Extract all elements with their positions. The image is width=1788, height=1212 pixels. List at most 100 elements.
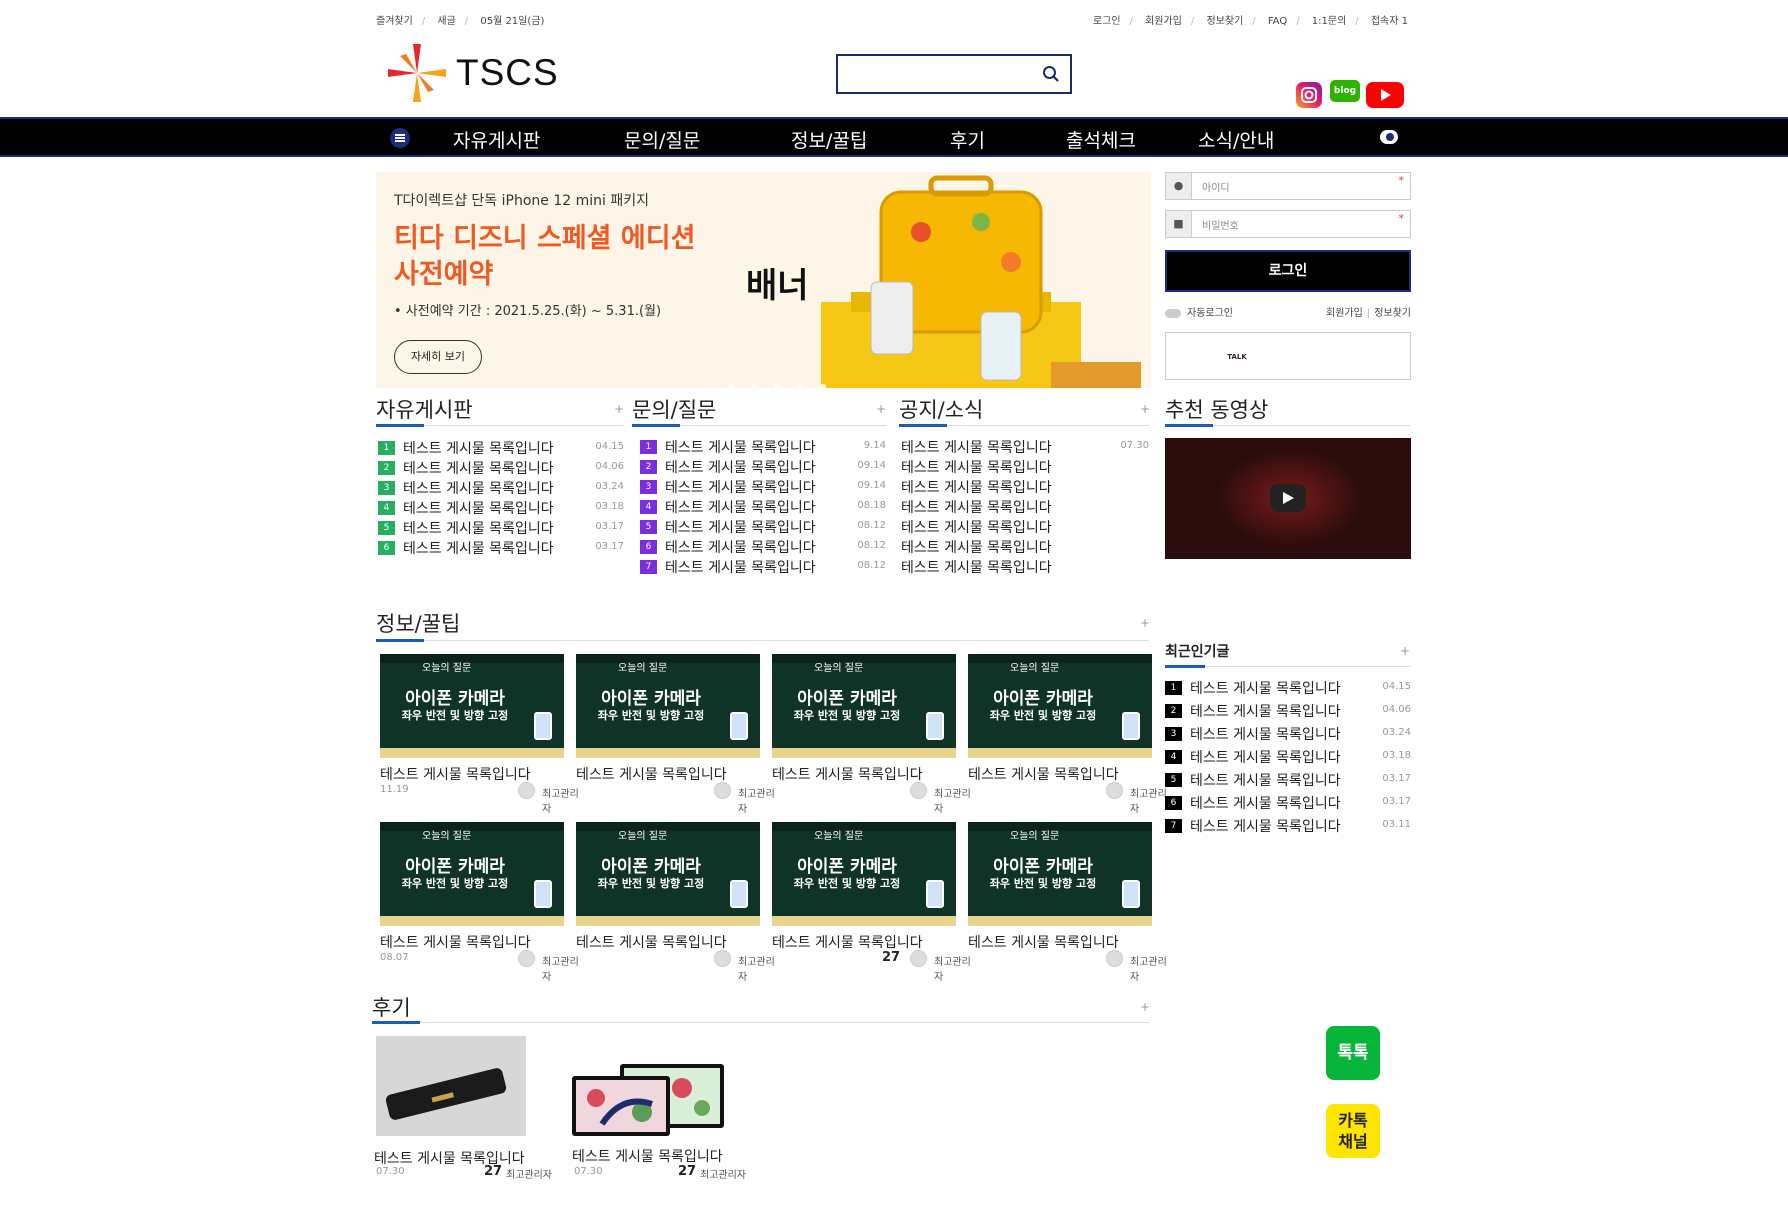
nav-item-reviews[interactable]: 후기 <box>950 126 985 153</box>
tip-title[interactable]: 테스트 게시물 목록입니다 <box>576 932 727 952</box>
post-title[interactable]: 테스트 게시물 목록입니다 <box>1190 704 1341 720</box>
tip-card[interactable]: 오늘의 질문 아이폰 카메라 좌우 반전 및 방향 고정 테스트 게시물 목록입니다 최… <box>576 822 775 983</box>
post-title[interactable]: 테스트 게시물 목록입니다 <box>665 540 816 556</box>
list-item[interactable]: 1 테스트 게시물 목록입니다 04.15 <box>378 438 624 458</box>
list-item[interactable]: 2 테스트 게시물 목록입니다 09.14 <box>640 457 886 477</box>
new-posts-link[interactable]: 새글 <box>437 16 455 27</box>
youtube-icon[interactable] <box>1366 82 1404 108</box>
post-title[interactable]: 테스트 게시물 목록입니다 <box>1190 773 1341 789</box>
find-info-link[interactable]: 정보찾기 <box>1374 308 1411 319</box>
reviews-more-icon[interactable]: + <box>1140 1000 1150 1014</box>
auto-login-toggle[interactable]: 자동로그인 <box>1165 304 1233 319</box>
list-item[interactable]: 5 테스트 게시물 목록입니다 03.17 <box>1165 770 1411 793</box>
post-title[interactable]: 테스트 게시물 목록입니다 <box>1190 750 1341 766</box>
post-title[interactable]: 테스트 게시물 목록입니다 <box>403 541 554 557</box>
pinterest-icon[interactable]: P <box>1361 345 1385 369</box>
notice-more-icon[interactable]: + <box>1140 402 1150 416</box>
tip-card[interactable]: 오늘의 질문 아이폰 카메라 좌우 반전 및 방향 고정 테스트 게시물 목록입니다 0… <box>380 822 579 983</box>
video-player[interactable] <box>1165 438 1411 559</box>
list-item[interactable]: 테스트 게시물 목록입니다 07.30 <box>901 437 1149 457</box>
list-item[interactable]: 3 테스트 게시물 목록입니다 09.14 <box>640 477 886 497</box>
reviews-title[interactable]: 후기 <box>372 992 411 1022</box>
list-item[interactable]: 3 테스트 게시물 목록입니다 03.24 <box>378 478 624 498</box>
nav-item-tips[interactable]: 정보/꿀팁 <box>791 126 867 153</box>
post-title[interactable]: 테스트 게시물 목록입니다 <box>1190 819 1341 835</box>
id-field[interactable]: ● 아이디 * <box>1165 172 1411 200</box>
post-title[interactable]: 테스트 게시물 목록입니다 <box>901 500 1052 516</box>
post-title[interactable]: 테스트 게시물 목록입니다 <box>665 460 816 476</box>
post-title[interactable]: 테스트 게시물 목록입니다 <box>901 540 1052 556</box>
tips-title[interactable]: 정보/꿀팁 <box>376 608 460 638</box>
tip-card[interactable]: 오늘의 질문 아이폰 카메라 좌우 반전 및 방향 고정 테스트 게시물 목록입니다 최… <box>968 654 1167 815</box>
play-icon[interactable] <box>1270 484 1306 512</box>
kakao-icon[interactable]: TALK <box>1225 345 1249 369</box>
post-title[interactable]: 테스트 게시물 목록입니다 <box>1190 796 1341 812</box>
list-item[interactable]: 테스트 게시물 목록입니다 <box>901 457 1149 477</box>
site-logo[interactable]: TSCS <box>386 42 558 104</box>
post-title[interactable]: 테스트 게시물 목록입니다 <box>665 520 816 536</box>
list-item[interactable]: 5 테스트 게시물 목록입니다 08.12 <box>640 517 886 537</box>
tip-title[interactable]: 테스트 게시물 목록입니다 <box>576 764 727 784</box>
tip-card[interactable]: 오늘의 질문 아이폰 카메라 좌우 반전 및 방향 고정 테스트 게시물 목록입니다 최… <box>576 654 775 815</box>
post-title[interactable]: 테스트 게시물 목록입니다 <box>901 520 1052 536</box>
twitter-icon[interactable]: t <box>1327 345 1351 369</box>
kakao-channel-button[interactable]: 카톡 채널 <box>1326 1104 1380 1158</box>
list-item[interactable]: 테스트 게시물 목록입니다 <box>901 517 1149 537</box>
list-item[interactable]: 6 테스트 게시물 목록입니다 03.17 <box>378 538 624 558</box>
menu-icon[interactable] <box>390 128 410 148</box>
join-link[interactable]: 회원가입 <box>1145 16 1182 27</box>
inquiry-link[interactable]: 1:1문의 <box>1312 16 1347 27</box>
faq-link[interactable]: FAQ <box>1268 16 1287 27</box>
post-title[interactable]: 테스트 게시물 목록입니다 <box>403 521 554 537</box>
login-button[interactable]: 로그인 <box>1165 250 1411 292</box>
post-title[interactable]: 테스트 게시물 목록입니다 <box>665 440 816 456</box>
post-title[interactable]: 테스트 게시물 목록입니다 <box>901 480 1052 496</box>
tip-card[interactable]: 오늘의 질문 아이폰 카메라 좌우 반전 및 방향 고정 테스트 게시물 목록입니다 최… <box>968 822 1167 983</box>
list-item[interactable]: 3 테스트 게시물 목록입니다 03.24 <box>1165 724 1411 747</box>
talk-talk-button[interactable]: 톡톡 <box>1326 1026 1380 1080</box>
visitor-count[interactable]: 접속자 1 <box>1371 16 1408 27</box>
post-title[interactable]: 테스트 게시물 목록입니다 <box>1190 681 1341 697</box>
post-title[interactable]: 테스트 게시물 목록입니다 <box>665 500 816 516</box>
nav-item-free-board[interactable]: 자유게시판 <box>453 126 540 153</box>
post-title[interactable]: 테스트 게시물 목록입니다 <box>403 501 554 517</box>
tip-title[interactable]: 테스트 게시물 목록입니다 <box>380 764 531 784</box>
list-item[interactable]: 4 테스트 게시물 목록입니다 03.18 <box>378 498 624 518</box>
search-icon[interactable] <box>1042 65 1060 87</box>
post-title[interactable]: 테스트 게시물 목록입니다 <box>403 441 554 457</box>
nav-item-attendance[interactable]: 출석체크 <box>1066 126 1136 153</box>
google-plus-icon[interactable]: G+ <box>1293 345 1317 369</box>
tip-card[interactable]: 오늘의 질문 아이폰 카메라 좌우 반전 및 방향 고정 테스트 게시물 목록입니다 최… <box>772 654 971 815</box>
post-title[interactable]: 테스트 게시물 목록입니다 <box>403 481 554 497</box>
list-item[interactable]: 테스트 게시물 목록입니다 <box>901 557 1149 577</box>
list-item[interactable]: 1 테스트 게시물 목록입니다 04.15 <box>1165 678 1411 701</box>
blog-icon[interactable]: blog <box>1330 80 1360 102</box>
list-item[interactable]: 테스트 게시물 목록입니다 <box>901 497 1149 517</box>
post-title[interactable]: 테스트 게시물 목록입니다 <box>665 560 816 576</box>
tip-card[interactable]: 오늘의 질문 아이폰 카메라 좌우 반전 및 방향 고정 테스트 게시물 목록입니다 2… <box>772 822 971 983</box>
post-title[interactable]: 테스트 게시물 목록입니다 <box>1190 727 1341 743</box>
list-item[interactable]: 1 테스트 게시물 목록입니다 9.14 <box>640 437 886 457</box>
tip-title[interactable]: 테스트 게시물 목록입니다 <box>380 932 531 952</box>
list-item[interactable]: 2 테스트 게시물 목록입니다 04.06 <box>378 458 624 478</box>
free-board-title[interactable]: 자유게시판 <box>376 394 473 424</box>
list-item[interactable]: 테스트 게시물 목록입니다 <box>901 477 1149 497</box>
nav-item-qna[interactable]: 문의/질문 <box>624 126 700 153</box>
theme-toggle[interactable] <box>1380 130 1398 144</box>
list-item[interactable]: 4 테스트 게시물 목록입니다 03.18 <box>1165 747 1411 770</box>
review-card[interactable]: 테스트 게시물 목록입니다 07.30 27 최고관리자 <box>374 1036 576 1181</box>
instagram-icon[interactable] <box>1296 82 1322 108</box>
bookmark-link[interactable]: 즐겨찾기 <box>376 16 413 27</box>
post-title[interactable]: 테스트 게시물 목록입니다 <box>901 560 1052 576</box>
password-field[interactable]: ■ 비밀번호 * <box>1165 210 1411 238</box>
tips-more-icon[interactable]: + <box>1140 616 1150 630</box>
naver-icon[interactable]: N <box>1191 345 1215 369</box>
list-item[interactable]: 5 테스트 게시물 목록입니다 03.17 <box>378 518 624 538</box>
search-box[interactable] <box>836 54 1072 94</box>
find-info-link[interactable]: 정보찾기 <box>1206 16 1243 27</box>
main-banner[interactable]: T다이렉트샵 단독 iPhone 12 mini 패키지 티다 디즈니 스페셜 … <box>376 172 1151 388</box>
post-title[interactable]: 테스트 게시물 목록입니다 <box>901 440 1052 456</box>
nav-item-news[interactable]: 소식/안내 <box>1198 126 1274 153</box>
popular-more-icon[interactable]: + <box>1400 644 1410 658</box>
post-title[interactable]: 테스트 게시물 목록입니다 <box>901 460 1052 476</box>
